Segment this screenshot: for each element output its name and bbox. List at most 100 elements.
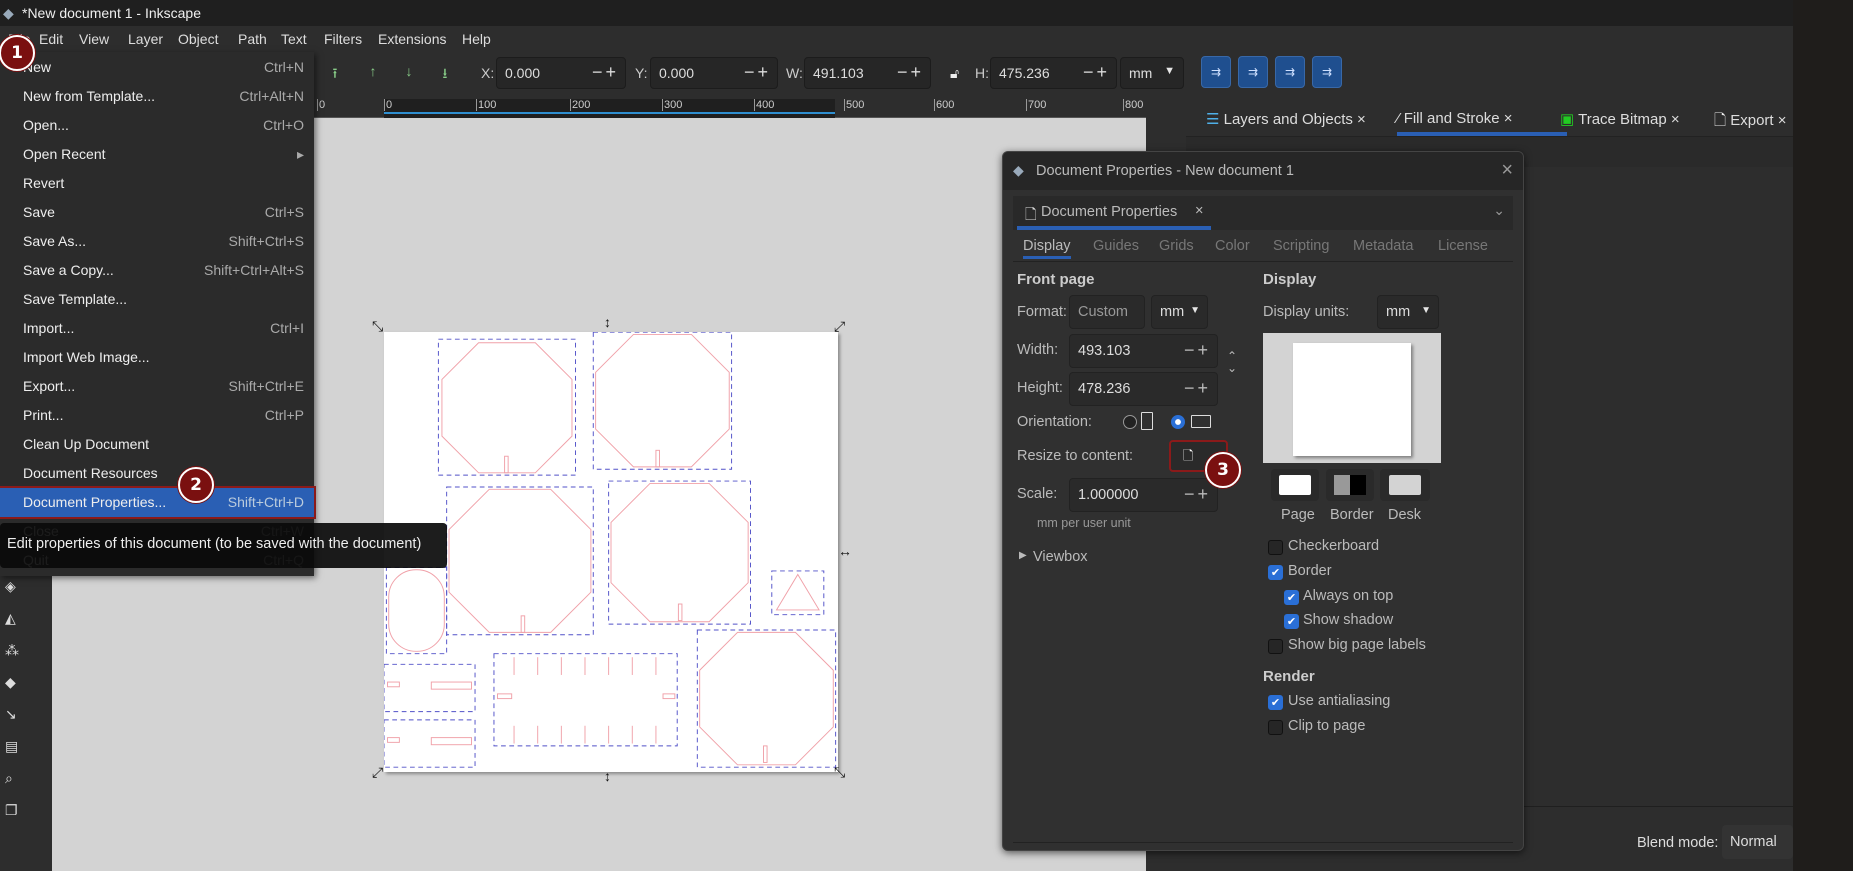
menu-item-new-from-template[interactable]: New from Template... Ctrl+Alt+N — [0, 82, 314, 111]
border-checkbox[interactable]: ✔ — [1268, 565, 1283, 580]
format-select[interactable]: Custom — [1069, 295, 1145, 329]
checkerboard-checkbox[interactable] — [1268, 540, 1283, 555]
width-input[interactable]: 493.103 −+ — [1069, 334, 1218, 368]
zoom-icon[interactable]: ⌕ — [5, 770, 13, 787]
transform-corners-icon[interactable]: ⇉ — [1238, 56, 1268, 88]
blend-mode-select[interactable]: Normal — [1722, 825, 1793, 859]
scale-handle-icon[interactable]: ⤢ — [834, 318, 845, 335]
menu-item-document-resources[interactable]: Document Resources — [0, 459, 314, 488]
menu-object[interactable]: Object — [178, 31, 218, 47]
lock-icon[interactable]: 🔓︎ — [950, 65, 959, 82]
transform-stroke-icon[interactable]: ⇉ — [1201, 56, 1231, 88]
unit-value[interactable]: mm — [1129, 65, 1152, 81]
menu-item-save[interactable]: Save Ctrl+S — [0, 198, 314, 227]
dialog-title-bar[interactable]: ◆ Document Properties - New document 1 × — [1003, 152, 1523, 190]
h-input[interactable]: 475.236 −+ — [990, 57, 1117, 89]
format-unit-select[interactable]: mm ▼ — [1151, 295, 1208, 329]
menu-item-save-a-copy[interactable]: Save a Copy... Shift+Ctrl+Alt+S — [0, 256, 314, 285]
menu-edit[interactable]: Edit — [39, 31, 63, 47]
menu-item-print[interactable]: Print... Ctrl+P — [0, 401, 314, 430]
tab-fill-and-stroke[interactable]: ⁄ Fill and Stroke × — [1397, 110, 1513, 127]
scale-handle-icon[interactable]: ↕ — [604, 768, 611, 784]
use-antialiasing-checkbox[interactable]: ✔ — [1268, 695, 1283, 710]
menu-item-open[interactable]: Open... Ctrl+O — [0, 111, 314, 140]
subtab-color[interactable]: Color — [1215, 238, 1250, 254]
portrait-radio[interactable] — [1123, 415, 1137, 429]
w-input[interactable]: 491.103 −+ — [804, 57, 931, 89]
menu-item-new[interactable]: New Ctrl+N — [0, 53, 314, 82]
close-tab-icon[interactable]: × — [1504, 110, 1513, 127]
desk-color-button[interactable] — [1380, 469, 1430, 501]
scale-handle-icon[interactable]: ⤡ — [834, 764, 845, 781]
tab-export[interactable]: 🗋︎ Export × — [1714, 110, 1787, 135]
clip-to-page-checkbox[interactable] — [1268, 720, 1283, 735]
spray-icon[interactable]: ⁂ — [5, 642, 19, 659]
subtab-metadata[interactable]: Metadata — [1353, 238, 1413, 254]
subtab-grids[interactable]: Grids — [1159, 238, 1194, 254]
y-stepper[interactable]: −+ — [744, 62, 771, 83]
menu-item-clean-up-document[interactable]: Clean Up Document — [0, 430, 314, 459]
always-on-top-checkbox[interactable]: ✔ — [1284, 590, 1299, 605]
dialog-close-button[interactable]: × — [1501, 159, 1513, 182]
width-stepper[interactable]: −+ — [1184, 340, 1211, 361]
unit-select[interactable]: mm ▼ — [1120, 57, 1184, 89]
horizontal-ruler[interactable]: 0 0 100 200 300 400 500 600 700 800 — [313, 99, 1146, 118]
close-tab-icon[interactable]: × — [1671, 111, 1680, 128]
paint-bucket-icon[interactable]: ◈ — [5, 578, 16, 595]
scale-handle-icon[interactable]: ⤢ — [372, 764, 383, 781]
close-tab-icon[interactable]: × — [1778, 112, 1787, 129]
menu-item-document-properties[interactable]: Document Properties... Shift+Ctrl+D — [0, 486, 316, 519]
menu-item-open-recent[interactable]: Open Recent ▸ — [0, 140, 314, 169]
expander-arrow-icon[interactable]: ▶ — [1019, 550, 1027, 561]
drawing[interactable] — [383, 331, 838, 772]
menu-path[interactable]: Path — [238, 31, 267, 47]
close-tab-icon[interactable]: × — [1357, 111, 1366, 128]
y-input[interactable]: 0.000 −+ — [650, 57, 778, 89]
x-stepper[interactable]: −+ — [592, 62, 619, 83]
border-color-button[interactable] — [1326, 469, 1374, 501]
w-value[interactable]: 491.103 — [813, 65, 864, 81]
connector-icon[interactable]: ↘ — [5, 706, 17, 723]
subtab-guides[interactable]: Guides — [1093, 238, 1139, 254]
scale-stepper[interactable]: −+ — [1184, 484, 1211, 505]
menu-item-import[interactable]: Import... Ctrl+I — [0, 314, 314, 343]
menu-item-revert[interactable]: Revert — [0, 169, 314, 198]
scale-handle-icon[interactable]: ↕ — [604, 314, 611, 330]
menu-item-save-template[interactable]: Save Template... — [0, 285, 314, 314]
x-value[interactable]: 0.000 — [505, 65, 540, 81]
close-tab-icon[interactable]: × — [1195, 203, 1203, 219]
pages-icon[interactable]: ▤ — [5, 738, 18, 755]
transform-gradient-icon[interactable]: ⇉ — [1275, 56, 1305, 88]
menu-item-save-as[interactable]: Save As... Shift+Ctrl+S — [0, 227, 314, 256]
viewbox-expander[interactable]: Viewbox — [1033, 549, 1088, 565]
subtab-license[interactable]: License — [1438, 238, 1488, 254]
menu-item-export[interactable]: Export... Shift+Ctrl+E — [0, 372, 314, 401]
link-dimensions-icon[interactable]: ⌃ ⌄ — [1227, 350, 1237, 374]
menu-extensions[interactable]: Extensions — [378, 31, 446, 47]
h-value[interactable]: 475.236 — [999, 65, 1050, 81]
subtab-display[interactable]: Display — [1023, 238, 1071, 259]
scale-handle-icon[interactable]: ↔ — [838, 543, 852, 559]
menu-text[interactable]: Text — [281, 31, 307, 47]
lower-to-bottom-icon[interactable]: ⭳ — [436, 63, 454, 81]
raise-to-top-icon[interactable]: ⭱ — [326, 63, 344, 81]
transform-pattern-icon[interactable]: ⇉ — [1312, 56, 1342, 88]
menu-layer[interactable]: Layer — [128, 31, 163, 47]
scale-handle-icon[interactable]: ⤡ — [372, 318, 383, 335]
menu-filters[interactable]: Filters — [324, 31, 362, 47]
tab-document-properties[interactable]: 🗋︎ Document Properties × — [1017, 196, 1211, 230]
blend-mode-value[interactable]: Normal — [1730, 834, 1777, 850]
tab-layers-and-objects[interactable]: ☰ Layers and Objects × — [1206, 110, 1366, 128]
x-input[interactable]: 0.000 −+ — [496, 57, 626, 89]
y-value[interactable]: 0.000 — [659, 65, 694, 81]
menu-view[interactable]: View — [79, 31, 109, 47]
display-units-select[interactable]: mm ▼ — [1377, 295, 1439, 329]
page-color-button[interactable] — [1271, 469, 1319, 501]
scale-input[interactable]: 1.000000 −+ — [1069, 478, 1218, 512]
height-input[interactable]: 478.236 −+ — [1069, 372, 1218, 406]
lower-icon[interactable]: ↓ — [400, 63, 418, 81]
subtab-scripting[interactable]: Scripting — [1273, 238, 1329, 254]
landscape-radio[interactable] — [1171, 415, 1185, 429]
raise-icon[interactable]: ↑ — [364, 63, 382, 81]
show-shadow-checkbox[interactable]: ✔ — [1284, 614, 1299, 629]
